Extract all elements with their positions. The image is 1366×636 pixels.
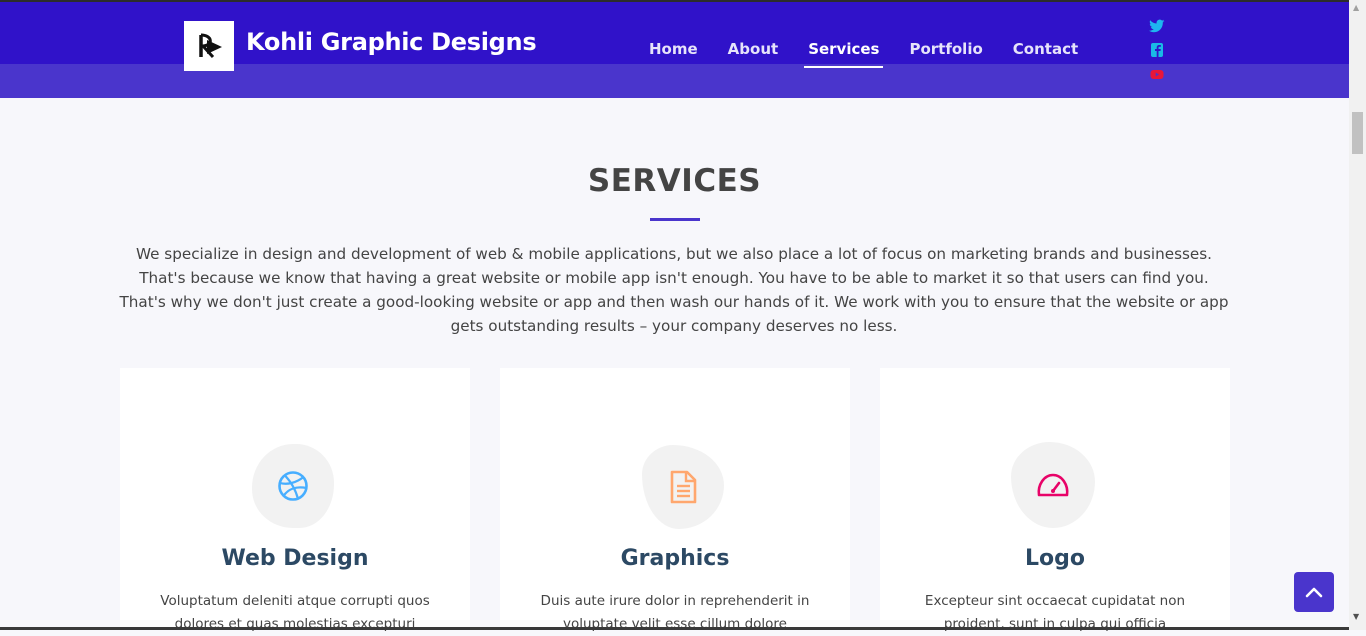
scroll-down-arrow-icon[interactable]: ▼ <box>1353 612 1359 621</box>
services-intro: We specialize in design and development … <box>119 245 1229 335</box>
nav-services[interactable]: Services <box>793 40 894 68</box>
section-title: SERVICES <box>587 163 762 199</box>
service-card-logo[interactable]: Logo Excepteur sint occaecat cupidatat n… <box>880 368 1230 632</box>
title-underline <box>650 218 700 221</box>
card-title[interactable]: Logo <box>880 546 1230 571</box>
card-title[interactable]: Web Design <box>120 546 470 571</box>
icon-blob <box>1011 442 1095 528</box>
scrollbar-thumb[interactable] <box>1352 112 1363 154</box>
nav-portfolio[interactable]: Portfolio <box>894 40 997 66</box>
service-card-graphics[interactable]: Graphics Duis aute irure dolor in repreh… <box>500 368 850 632</box>
back-to-top-button[interactable] <box>1294 572 1334 612</box>
nav-contact[interactable]: Contact <box>998 40 1093 66</box>
icon-blob <box>642 445 724 529</box>
site-header: Kohli Graphic Designs Home About Service… <box>0 2 1349 98</box>
brand-name[interactable]: Kohli Graphic Designs <box>246 28 537 56</box>
twitter-icon[interactable] <box>1149 18 1165 33</box>
youtube-icon[interactable] <box>1149 66 1165 80</box>
nav-home[interactable]: Home <box>634 40 713 66</box>
dribbble-icon <box>278 471 308 501</box>
scroll-up-arrow-icon[interactable]: ▲ <box>1353 3 1359 12</box>
service-card-web-design[interactable]: Web Design Voluptatum deleniti atque cor… <box>120 368 470 632</box>
facebook-icon[interactable] <box>1149 42 1165 57</box>
file-text-icon <box>670 470 697 504</box>
scrollbar[interactable] <box>1349 0 1366 630</box>
icon-blob <box>252 444 334 528</box>
nav-about[interactable]: About <box>713 40 794 66</box>
chevron-up-icon <box>1305 587 1323 598</box>
speedometer-icon <box>1037 473 1069 497</box>
main-nav: Home About Services Portfolio Contact <box>634 40 1093 68</box>
brand-logo[interactable] <box>184 21 234 71</box>
card-title[interactable]: Graphics <box>500 546 850 571</box>
logo-mark-icon <box>199 33 222 59</box>
